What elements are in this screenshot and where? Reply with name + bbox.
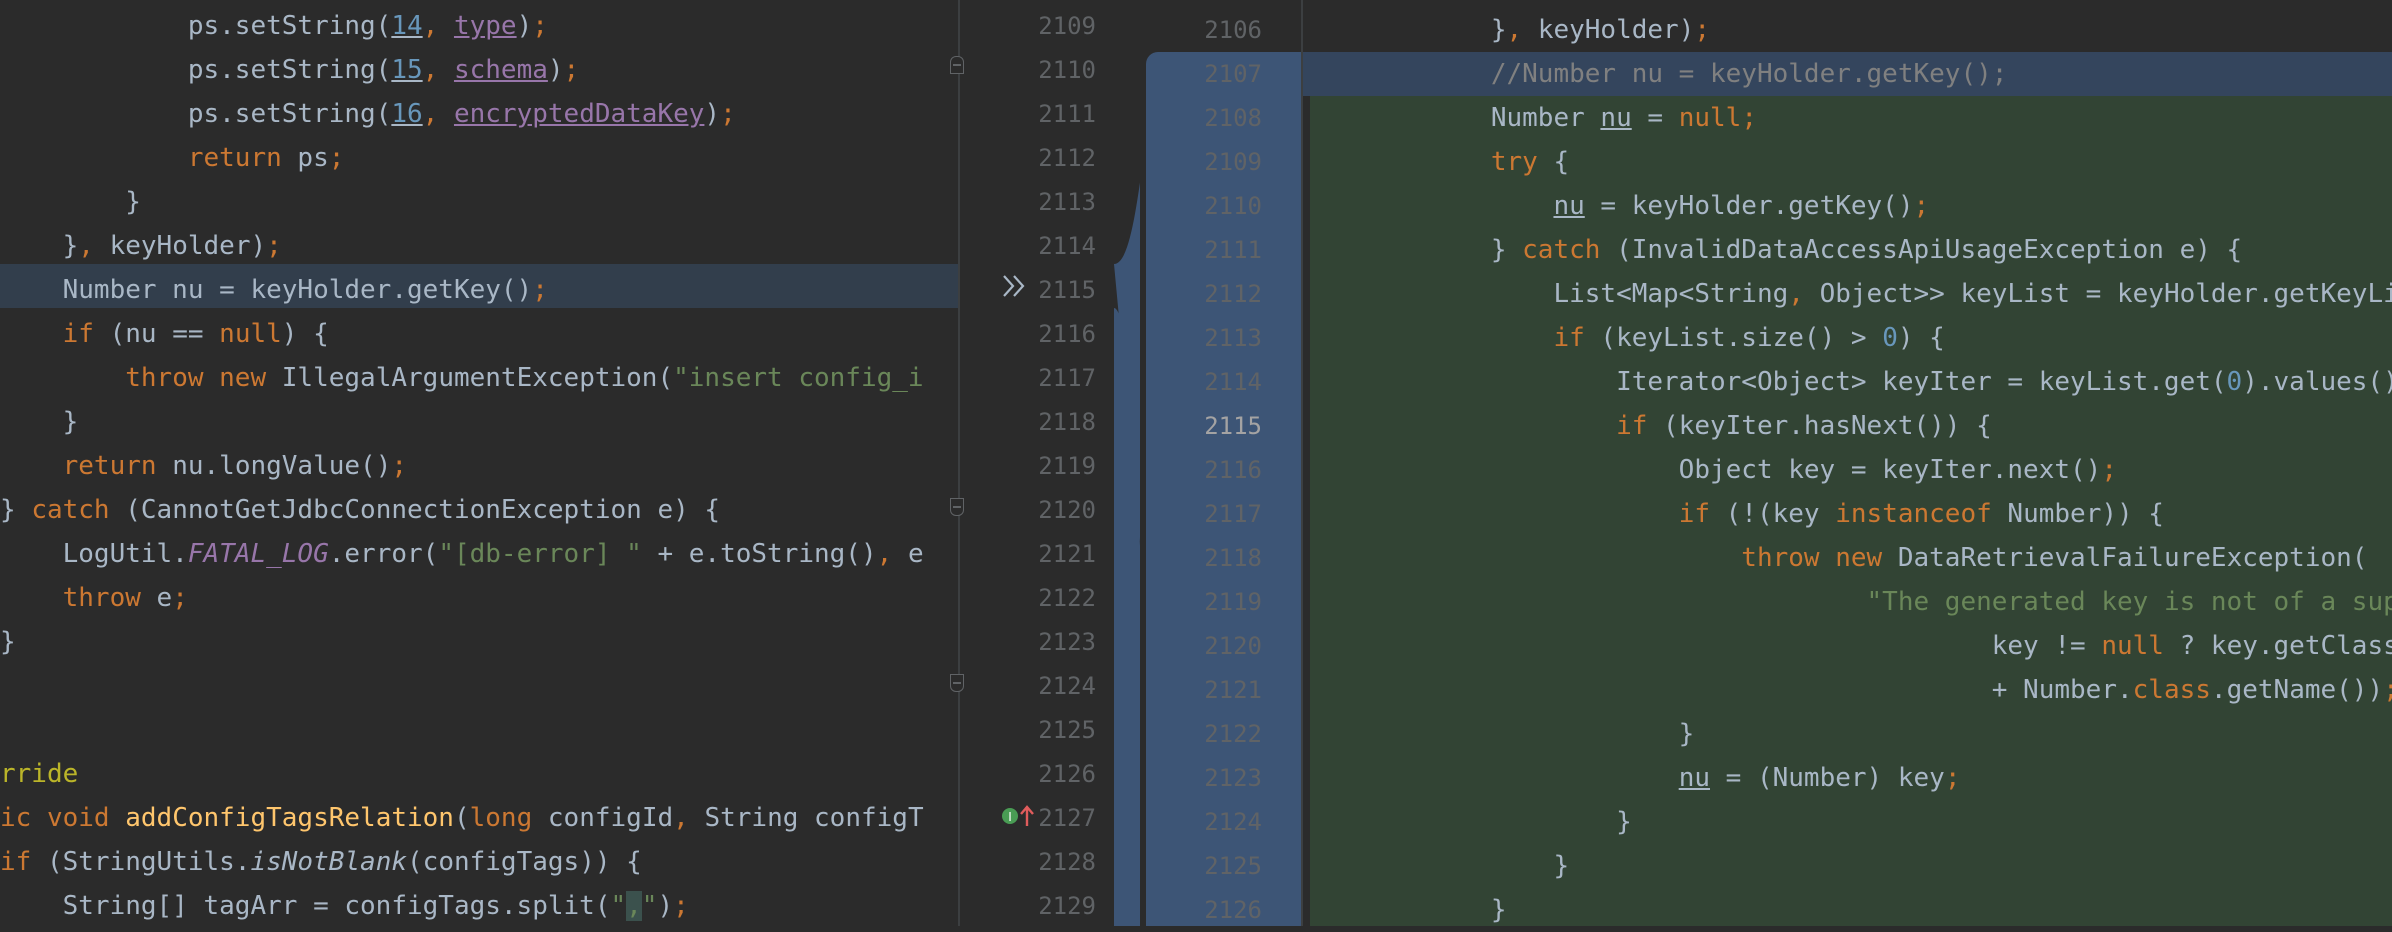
left-line-number: 2124	[1038, 672, 1096, 700]
right-code-line[interactable]: Object key = keyIter.next();	[1303, 448, 2117, 492]
right-line-number: 2120	[1204, 632, 1262, 660]
left-line-number: 2114	[1038, 232, 1096, 260]
left-line-number-gutter[interactable]: 2109 2110 2111 2112 2113 2114 2115 2116 2117 2118…	[958, 0, 1114, 926]
left-code-line[interactable]: throw e;	[0, 576, 188, 620]
left-code-line[interactable]: LogUtil.FATAL_LOG.error("[db-error] " + …	[0, 532, 924, 576]
right-line-number: 2116	[1204, 456, 1262, 484]
right-line-number: 2112	[1204, 280, 1262, 308]
right-code-line[interactable]: try {	[1303, 140, 1569, 184]
left-line-number: 2123	[1038, 628, 1096, 656]
right-line-number: 2117	[1204, 500, 1262, 528]
left-line-number: 2115	[1038, 276, 1096, 304]
left-line-number: 2126	[1038, 760, 1096, 788]
right-code-line[interactable]: key != null ? key.getClass().getName() :…	[1303, 624, 2392, 668]
right-code-line[interactable]: List<Map<String, Object>> keyList = keyH…	[1303, 272, 2392, 316]
left-line-number: 2109	[1038, 12, 1096, 40]
left-code-line[interactable]: String[] tagArr = configTags.split(",");	[0, 884, 689, 926]
right-code-line[interactable]: }	[1303, 800, 1632, 844]
left-line-number: 2110	[1038, 56, 1096, 84]
right-editor-pane[interactable]: }, keyHolder); //Number nu = keyHolder.g…	[1303, 0, 2392, 926]
right-code-line[interactable]: Number nu = null;	[1303, 96, 1757, 140]
right-line-number: 2124	[1204, 808, 1262, 836]
left-code-line[interactable]: } catch (CannotGetJdbcConnectionExceptio…	[0, 488, 720, 532]
left-code-line[interactable]: }	[0, 400, 79, 444]
fold-marker-icon[interactable]	[950, 498, 964, 516]
override-marker-icon[interactable]: I	[1000, 800, 1036, 832]
right-code-line[interactable]: Iterator<Object> keyIter = keyList.get(0…	[1303, 360, 2392, 404]
right-line-numbers: 2106 2107 2108 2109 2110 2111 2112 2113 2114 2115…	[1140, 0, 1302, 926]
right-line-number: 2126	[1204, 896, 1262, 924]
right-line-number: 2122	[1204, 720, 1262, 748]
fold-marker-icon[interactable]	[950, 674, 964, 692]
left-code-line[interactable]: }	[0, 180, 141, 224]
svg-text:I: I	[1008, 810, 1012, 824]
left-code-line[interactable]: if (nu == null) {	[0, 312, 329, 356]
right-line-number: 2110	[1204, 192, 1262, 220]
left-line-number: 2127	[1038, 804, 1096, 832]
left-line-number: 2129	[1038, 892, 1096, 920]
left-code-line[interactable]: }	[0, 620, 16, 664]
right-line-number: 2114	[1204, 368, 1262, 396]
right-line-number: 2106	[1204, 16, 1262, 44]
left-code-line[interactable]: rride	[0, 752, 78, 796]
right-code-line[interactable]: }, keyHolder);	[1303, 8, 1710, 52]
right-code-line[interactable]: "The generated key is not of a supported…	[1303, 580, 2392, 624]
left-line-number: 2113	[1038, 188, 1096, 216]
right-code-line[interactable]: } catch (InvalidDataAccessApiUsageExcept…	[1303, 228, 2242, 272]
left-code-line[interactable]: ps.setString(15, schema);	[0, 48, 579, 92]
left-line-number: 2128	[1038, 848, 1096, 876]
right-code-line[interactable]: + Number.class.getName());	[1303, 668, 2392, 712]
right-code-line[interactable]: }	[1303, 844, 1569, 888]
right-line-number: 2109	[1204, 148, 1262, 176]
right-line-number: 2107	[1204, 60, 1262, 88]
left-code-line[interactable]: ic void addConfigTagsRelation(long confi…	[0, 796, 924, 840]
right-line-number: 2115	[1204, 412, 1262, 440]
right-line-number: 2108	[1204, 104, 1262, 132]
left-code-line[interactable]: }, keyHolder);	[0, 224, 282, 268]
right-line-number: 2123	[1204, 764, 1262, 792]
right-line-number: 2119	[1204, 588, 1262, 616]
left-code-line[interactable]: if (StringUtils.isNotBlank(configTags)) …	[0, 840, 642, 884]
left-code-line[interactable]: Number nu = keyHolder.getKey();	[0, 268, 548, 312]
left-code-line[interactable]: throw new IllegalArgumentException("inse…	[0, 356, 923, 400]
right-line-number: 2111	[1204, 236, 1262, 264]
left-line-number: 2116	[1038, 320, 1096, 348]
left-editor-pane[interactable]: ps.setString(14, type); ps.setString(15,…	[0, 0, 958, 926]
right-code-line[interactable]: throw new DataRetrievalFailureException(	[1303, 536, 2367, 580]
left-line-number: 2118	[1038, 408, 1096, 436]
apply-change-icon[interactable]	[1000, 268, 1030, 304]
right-line-number: 2121	[1204, 676, 1262, 704]
left-line-number: 2111	[1038, 100, 1096, 128]
left-line-number: 2121	[1038, 540, 1096, 568]
right-code-line[interactable]: }	[1303, 888, 1507, 926]
right-code-line[interactable]: if (keyIter.hasNext()) {	[1303, 404, 1992, 448]
left-line-number: 2119	[1038, 452, 1096, 480]
right-line-number: 2113	[1204, 324, 1262, 352]
right-code-line[interactable]: if (keyList.size() > 0) {	[1303, 316, 1944, 360]
right-code-line[interactable]: if (!(key instanceof Number)) {	[1303, 492, 2164, 536]
left-line-number: 2117	[1038, 364, 1096, 392]
left-code-line[interactable]: return nu.longValue();	[0, 444, 407, 488]
left-line-number: 2125	[1038, 716, 1096, 744]
right-code-line[interactable]: //Number nu = keyHolder.getKey();	[1303, 52, 2008, 96]
left-code-line[interactable]: ps.setString(14, type);	[0, 4, 548, 48]
left-code-line[interactable]: ps.setString(16, encryptedDataKey);	[0, 92, 736, 136]
left-line-number: 2112	[1038, 144, 1096, 172]
left-line-number: 2120	[1038, 496, 1096, 524]
left-line-number: 2122	[1038, 584, 1096, 612]
right-line-number: 2118	[1204, 544, 1262, 572]
fold-marker-icon[interactable]	[950, 56, 964, 74]
right-line-number: 2125	[1204, 852, 1262, 880]
right-code-line[interactable]: nu = (Number) key;	[1303, 756, 1961, 800]
right-code-line[interactable]: nu = keyHolder.getKey();	[1303, 184, 1929, 228]
right-code-line[interactable]: }	[1303, 712, 1695, 756]
left-code-line[interactable]: return ps;	[0, 136, 345, 180]
